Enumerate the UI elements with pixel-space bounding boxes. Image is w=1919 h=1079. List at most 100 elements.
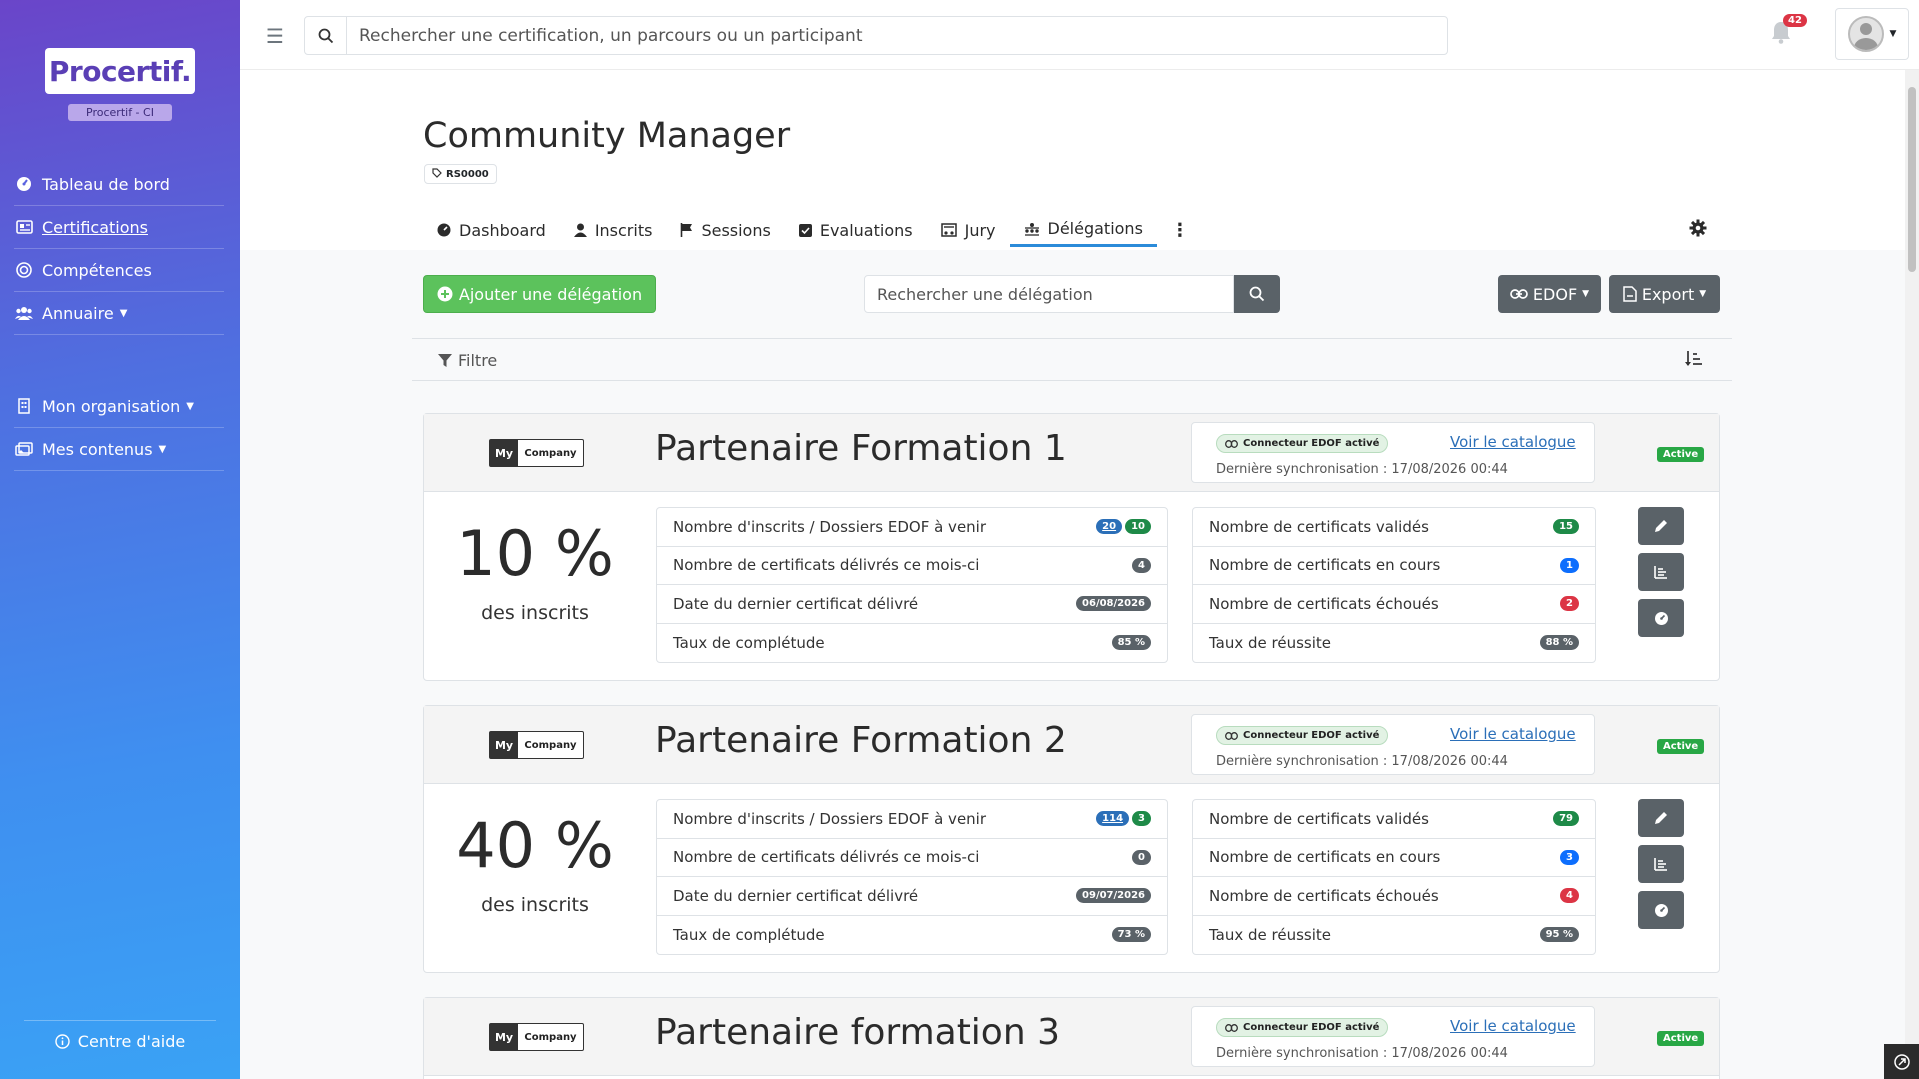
search-icon[interactable] (305, 17, 347, 54)
edof-dropdown-button[interactable]: EDOF ▼ (1498, 275, 1601, 313)
stats-button[interactable] (1638, 845, 1684, 883)
user-menu[interactable]: ▼ (1835, 8, 1909, 60)
tab-label: Inscrits (594, 220, 653, 240)
tab-jury[interactable]: Jury (927, 213, 1010, 247)
stat-label: Nombre de certificats délivrés ce mois-c… (673, 848, 980, 867)
sidebar-item-label: Compétences (42, 260, 152, 280)
export-dropdown-button[interactable]: Export ▼ (1609, 275, 1720, 313)
stat-label: Taux de réussite (1209, 925, 1332, 944)
edit-button[interactable] (1638, 799, 1684, 837)
tab-dashboard[interactable]: Dashboard (423, 213, 560, 247)
tab-sessions[interactable]: Sessions (666, 213, 784, 247)
caret-down-icon: ▼ (1582, 289, 1590, 299)
delegation-card: My Company Partenaire Formation 1 Connect… (423, 413, 1720, 681)
add-delegation-label: Ajouter une délégation (458, 284, 643, 304)
user-icon (573, 223, 587, 237)
enrolled-count-badge[interactable]: 114 (1096, 811, 1130, 827)
delegation-card: My Company Partenaire formation 3 Connect… (423, 997, 1720, 1079)
scrollbar[interactable] (1905, 70, 1919, 1079)
procertif-logo[interactable]: Procertif. (45, 48, 195, 94)
stat-row: Taux de complétude 85 % (657, 624, 1167, 663)
pencil-icon (1654, 811, 1668, 825)
stat-value-badge: 15 (1553, 519, 1579, 535)
edit-button[interactable] (1638, 507, 1684, 545)
stats-right: Nombre de certificats validés 79 Nombre d… (1192, 799, 1596, 955)
stats-right: Nombre de certificats validés 15 Nombre d… (1192, 507, 1596, 663)
target-icon (14, 261, 34, 279)
enrollment-percent: 10 % (456, 517, 614, 590)
dashboard-button[interactable] (1638, 891, 1684, 929)
delegation-card: My Company Partenaire Formation 2 Connect… (423, 705, 1720, 973)
stat-value-badge: 4 (1132, 557, 1151, 573)
filter-toggle[interactable]: Filtre (438, 351, 497, 370)
logo-text-my: My (490, 1024, 518, 1050)
delegation-search-input[interactable] (864, 275, 1234, 313)
scrollbar-thumb[interactable] (1908, 87, 1916, 272)
users-icon (14, 304, 34, 322)
catalog-link[interactable]: Voir le catalogue (1450, 1017, 1576, 1035)
sidebar-item-label: Mes contenus (42, 439, 153, 459)
search-button[interactable] (1234, 275, 1280, 313)
hamburger-menu-icon[interactable]: ☰ (266, 24, 284, 48)
dashboard-button[interactable] (1638, 599, 1684, 637)
stat-value-badge: 95 % (1539, 927, 1579, 943)
enrollment-percent: 40 % (456, 809, 614, 882)
delegation-card-header: My Company Partenaire Formation 1 Connect… (424, 414, 1719, 492)
delegation-icon (1024, 222, 1040, 236)
sort-icon[interactable] (1685, 350, 1703, 371)
partner-name: Partenaire Formation 1 (655, 428, 1067, 469)
certification-code-badge: RS0000 (424, 164, 497, 184)
chart-icon (1654, 565, 1668, 579)
corner-widget-icon[interactable] (1884, 1044, 1919, 1079)
stat-label: Nombre de certificats validés (1209, 517, 1429, 536)
sidebar-item-annuaire[interactable]: Annuaire ▼ (14, 292, 224, 335)
filter-icon (438, 353, 452, 368)
caret-down-icon: ▼ (1889, 29, 1897, 39)
gear-icon[interactable] (1689, 219, 1707, 241)
stat-label: Taux de réussite (1209, 633, 1332, 652)
stats-button[interactable] (1638, 553, 1684, 591)
sidebar-item-label: Annuaire (42, 303, 114, 323)
connector-label: Connecteur EDOF activé (1243, 1022, 1380, 1033)
add-delegation-button[interactable]: Ajouter une délégation (423, 275, 656, 313)
partner-name: Partenaire Formation 2 (655, 720, 1067, 761)
more-options-icon[interactable]: ⋮ (1157, 213, 1203, 247)
catalog-link[interactable]: Voir le catalogue (1450, 725, 1576, 743)
edof-info-box: Connecteur EDOF activé Voir le catalogue… (1191, 1006, 1595, 1067)
stat-value-badge: 85 % (1111, 635, 1151, 651)
tab-label: Evaluations (819, 220, 913, 240)
stat-row: Nombre de certificats validés 79 (1193, 800, 1595, 839)
page-title: Community Manager (423, 116, 791, 156)
file-export-icon (1623, 286, 1637, 302)
tab-delegations[interactable]: Délégations (1009, 213, 1157, 247)
caret-down-icon: ▼ (186, 400, 194, 412)
tab-evaluations[interactable]: Evaluations (785, 213, 927, 247)
sidebar-item-certifications[interactable]: Certifications (14, 206, 224, 249)
stat-value-badge: 09/07/2026 (1076, 888, 1151, 904)
stat-row: Nombre d'inscrits / Dossiers EDOF à veni… (657, 800, 1167, 839)
delegation-search (864, 275, 1280, 313)
stat-value-badge: 0 (1132, 849, 1151, 865)
last-sync-text: Dernière synchronisation : 17/08/2026 00… (1216, 1046, 1508, 1061)
dashboard-icon (1654, 903, 1669, 918)
sidebar-item-competences[interactable]: Compétences (14, 249, 224, 292)
stat-row: Nombre de certificats validés 15 (1193, 508, 1595, 547)
edof-connector-badge: Connecteur EDOF activé (1216, 726, 1389, 745)
help-center-link[interactable]: Centre d'aide (24, 1020, 216, 1062)
delegation-card-body: 10 % des inscrits Nombre d'inscrits / Do… (424, 492, 1719, 679)
sidebar-item-mon-organisation[interactable]: Mon organisation ▼ (14, 385, 224, 428)
certificate-icon (14, 218, 34, 236)
stat-label: Date du dernier certificat délivré (673, 886, 919, 905)
sidebar-item-mes-contenus[interactable]: Mes contenus ▼ (14, 428, 224, 471)
link-icon (1225, 1023, 1238, 1032)
edof-label: EDOF (1532, 284, 1578, 304)
edof-info-box: Connecteur EDOF activé Voir le catalogue… (1191, 422, 1595, 483)
global-search-input[interactable] (347, 17, 1447, 54)
enrolled-count-badge[interactable]: 20 (1096, 519, 1123, 535)
catalog-link[interactable]: Voir le catalogue (1450, 433, 1576, 451)
edof-pending-badge: 3 (1132, 811, 1151, 827)
company-logo: My Company (489, 439, 584, 467)
sidebar-item-tableau-de-bord[interactable]: Tableau de bord (14, 163, 224, 206)
delegation-card-header: My Company Partenaire Formation 2 Connect… (424, 706, 1719, 784)
tab-inscrits[interactable]: Inscrits (560, 213, 667, 247)
